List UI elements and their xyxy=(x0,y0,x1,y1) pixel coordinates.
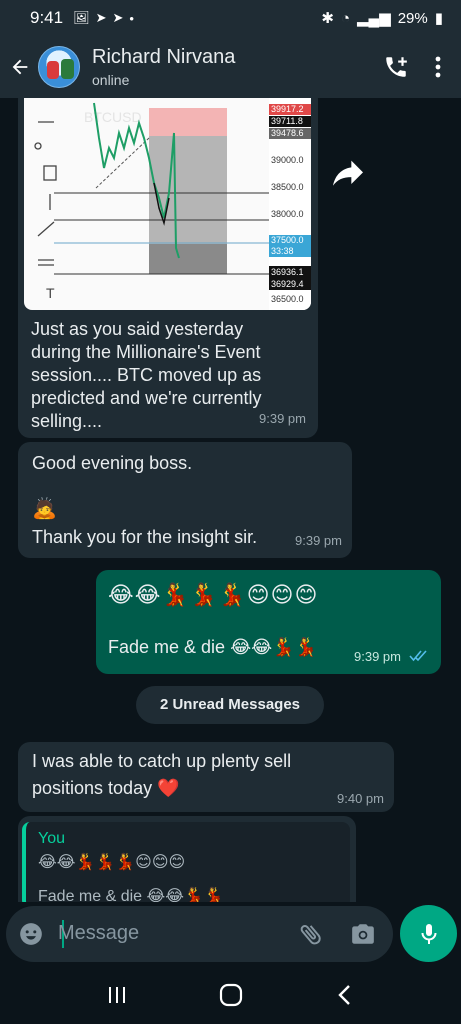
gallery-icon: 🖼 xyxy=(73,10,90,25)
message-emoji: 🙇 xyxy=(32,498,57,520)
price-label: 38000.0 xyxy=(271,209,304,219)
message-time: 9:39 pm xyxy=(354,649,401,664)
price-label: 33:38 xyxy=(271,246,294,256)
message-text: Thank you for the insight sir. xyxy=(32,527,258,547)
voice-record-button[interactable] xyxy=(400,905,457,962)
price-label: 38500.0 xyxy=(271,182,304,192)
quoted-author: You xyxy=(38,830,65,847)
price-label: 36929.4 xyxy=(271,279,304,289)
message-text: Just as you said yesterday during the Mi… xyxy=(31,319,262,431)
message-text: Good evening boss. xyxy=(32,453,193,473)
more-options-icon[interactable] xyxy=(435,56,441,78)
svg-text:T: T xyxy=(46,285,55,301)
chart-image[interactable]: BTCUSD T 39917.2 39711.8 39478.6 39000.0… xyxy=(24,98,311,310)
back-button[interactable] xyxy=(2,49,38,85)
price-label: 39711.8 xyxy=(271,116,303,126)
message-time: 9:39 pm xyxy=(259,411,306,426)
quoted-message[interactable]: You 😂😂💃💃💃😊😊😊 Fade me & die 😂😂💃💃 xyxy=(22,822,350,902)
telegram-icon: ➤ xyxy=(112,10,124,25)
price-label: 39000.0 xyxy=(271,155,304,165)
clock: 9:41 xyxy=(30,8,64,27)
message-bubble[interactable]: Good evening boss. 🙇 Thank you for the i… xyxy=(18,442,352,558)
contact-status: online xyxy=(92,72,130,88)
back-nav-icon[interactable] xyxy=(334,983,356,1007)
battery-icon: ▮ xyxy=(434,10,443,27)
price-label: 37500.0 xyxy=(271,235,304,245)
recent-apps-icon[interactable] xyxy=(105,984,129,1006)
message-text: Fade me & die 😂😂💃💃 xyxy=(108,637,317,657)
outgoing-message[interactable]: 😂😂💃💃💃😊😊😊 Fade me & die 😂😂💃💃 9:39 pm xyxy=(96,570,441,674)
price-label: 39478.6 xyxy=(271,128,304,138)
wifi-icon: ◔ xyxy=(340,9,350,27)
chat-area[interactable]: BTCUSD T 39917.2 39711.8 39478.6 39000.0… xyxy=(0,98,461,902)
compose-bar: Message xyxy=(0,902,461,966)
emoji-icon[interactable] xyxy=(18,921,44,947)
unread-divider: 2 Unread Messages xyxy=(136,686,324,724)
telegram-icon: ➤ xyxy=(95,10,107,25)
forward-icon[interactable] xyxy=(328,154,368,194)
camera-icon[interactable] xyxy=(350,921,376,947)
reply-message[interactable]: You 😂😂💃💃💃😊😊😊 Fade me & die 😂😂💃💃 xyxy=(18,816,356,902)
contact-info[interactable]: Richard Nirvana online xyxy=(92,46,235,88)
battery-percent: 29% xyxy=(397,9,428,27)
message-text: I was able to catch up plenty sell posit… xyxy=(32,751,292,798)
dot-icon: • xyxy=(129,10,134,26)
status-bar: 9:41 🖼 ➤ ➤ • ✱ ◔ ▂▄▆ 29% ▮ xyxy=(0,0,461,36)
read-receipt-icon xyxy=(409,650,427,662)
image-message[interactable]: BTCUSD T 39917.2 39711.8 39478.6 39000.0… xyxy=(18,98,318,438)
message-time: 9:40 pm xyxy=(337,791,384,806)
svg-text:BTCUSD: BTCUSD xyxy=(84,109,142,125)
message-input-container[interactable]: Message xyxy=(6,906,393,962)
system-nav-bar xyxy=(0,966,461,1024)
add-call-icon[interactable] xyxy=(383,54,409,80)
microphone-icon xyxy=(421,923,436,944)
price-label: 36500.0 xyxy=(271,294,304,304)
message-input[interactable]: Message xyxy=(58,922,139,945)
notification-icons: 🖼 ➤ ➤ • xyxy=(73,10,134,26)
chat-header: Richard Nirvana online xyxy=(0,36,461,98)
message-time: 9:39 pm xyxy=(295,533,342,548)
price-label: 39917.2 xyxy=(271,104,304,114)
home-icon[interactable] xyxy=(218,982,244,1008)
contact-name: Richard Nirvana xyxy=(92,46,236,68)
quoted-text: 😂😂💃💃💃😊😊😊 xyxy=(38,854,186,871)
signal-icon: ▂▄▆ xyxy=(357,10,391,27)
bluetooth-icon: ✱ xyxy=(321,10,334,27)
avatar[interactable] xyxy=(38,46,80,88)
message-emoji-line: 😂😂💃💃💃😊😊😊 xyxy=(108,582,319,607)
price-label: 36936.1 xyxy=(271,267,304,277)
message-bubble[interactable]: I was able to catch up plenty sell posit… xyxy=(18,742,394,812)
attach-icon[interactable] xyxy=(298,921,324,947)
arrow-left-icon xyxy=(12,59,28,75)
quoted-text: Fade me & die 😂😂💃💃 xyxy=(38,888,224,902)
